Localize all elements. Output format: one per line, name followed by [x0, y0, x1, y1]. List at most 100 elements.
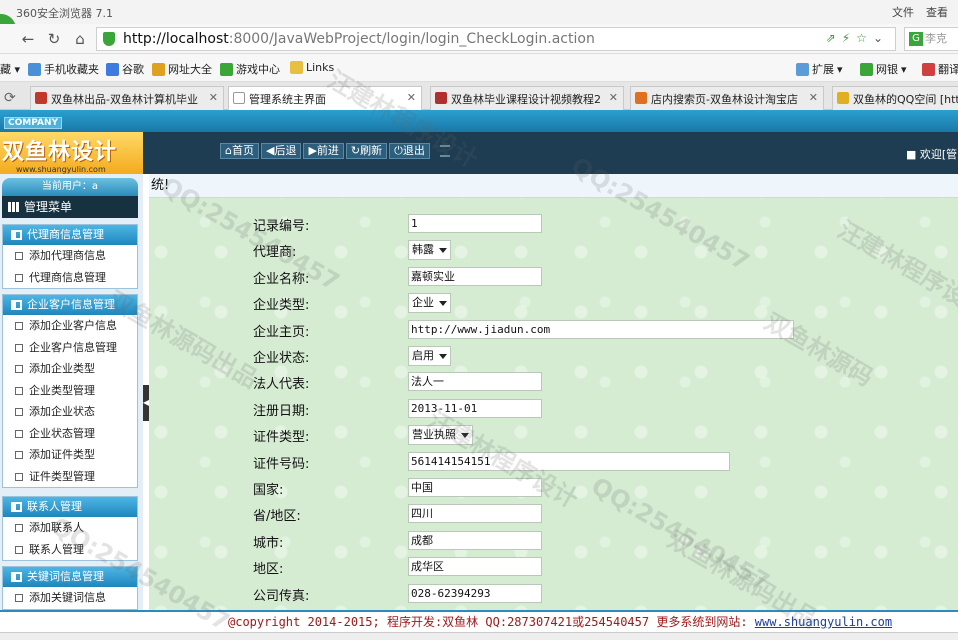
- field-label: 城市:: [253, 535, 284, 551]
- tab-close-icon[interactable]: ✕: [209, 91, 218, 104]
- sidebar-item[interactable]: 代理商信息管理: [3, 267, 137, 289]
- menu-file[interactable]: 文件: [892, 4, 914, 20]
- app-toolbar: ⌂首页 ◀后退 ▶前进 ↻刷新 ⏻退出: [220, 143, 450, 159]
- search-text: 李克: [925, 32, 947, 45]
- sidebar-item[interactable]: 企业客户信息管理: [3, 337, 137, 359]
- form-row: 企业类型: 企业: [149, 290, 958, 316]
- bank-icon: [860, 62, 873, 76]
- url-path: :8000/JavaWebProject/login/login_CheckLo…: [228, 31, 595, 47]
- field-label: 国家:: [253, 483, 284, 498]
- form-row: 证件类型: 营业执照: [149, 422, 958, 448]
- menu-group-header[interactable]: 代理商信息管理: [3, 225, 137, 245]
- sidebar-item[interactable]: 企业状态管理: [3, 423, 137, 445]
- field-input[interactable]: 028-62394293: [408, 583, 542, 603]
- field-input[interactable]: 2013-11-01: [408, 398, 542, 418]
- url-input[interactable]: http://localhost:8000/JavaWebProject/log…: [96, 27, 896, 51]
- sidebar-item[interactable]: 添加代理商信息: [3, 245, 137, 267]
- search-input[interactable]: G 李克: [904, 27, 958, 51]
- group-icon: [11, 300, 22, 310]
- field-select[interactable]: 营业执照: [408, 425, 473, 446]
- item-icon: [15, 386, 23, 395]
- tab-4[interactable]: 店内搜索页-双鱼林设计淘宝店 ✕: [630, 86, 824, 110]
- search-engine-icon: G: [909, 32, 923, 46]
- field-label: 企业主页:: [253, 324, 310, 340]
- field-label: 企业名称:: [253, 271, 310, 287]
- menu-group-header[interactable]: 联系人管理: [3, 497, 137, 517]
- field-select[interactable]: 启用: [408, 346, 451, 366]
- bookmark-extension[interactable]: 扩展 ▾: [796, 61, 843, 77]
- field-input[interactable]: 中国: [408, 478, 542, 497]
- refresh-icon[interactable]: ↻: [44, 29, 64, 49]
- item-icon: [15, 322, 23, 330]
- footer-text: @copyright 2014-2015; 程序开发:双鱼林 QQ:287307…: [228, 615, 893, 629]
- field-input[interactable]: 561414154151: [408, 451, 730, 471]
- browser-statusbar: [0, 632, 958, 640]
- tab-1[interactable]: 双鱼林出品-双鱼林计算机毕业 ✕: [30, 86, 224, 110]
- field-label: 公司传真:: [253, 588, 310, 604]
- bookmark-translate[interactable]: 翻译: [922, 61, 958, 77]
- field-input[interactable]: 四川: [408, 504, 542, 524]
- star-icon[interactable]: ☆: [856, 31, 867, 45]
- tab-5[interactable]: 双鱼林的QQ空间 [htt: [832, 86, 958, 110]
- bookmark-bank[interactable]: 网银 ▾: [860, 61, 907, 77]
- bookmark-item[interactable]: 游戏中心: [220, 61, 280, 77]
- field-input[interactable]: 成华区: [408, 557, 542, 577]
- menu-view[interactable]: 查看: [926, 4, 948, 20]
- browser-titlebar: 360安全浏览器 7.1 文件 查看: [0, 0, 958, 44]
- company-label: COMPANY: [4, 117, 62, 129]
- tab-close-icon[interactable]: ✕: [407, 91, 416, 104]
- url-text: http://localhost:8000/JavaWebProject/log…: [123, 31, 595, 47]
- field-input[interactable]: 成都: [408, 530, 542, 550]
- bookmark-item[interactable]: 网址大全: [152, 61, 212, 77]
- logout-button[interactable]: ⏻退出: [389, 143, 430, 159]
- back-arrow-icon[interactable]: ←: [18, 29, 38, 49]
- sidebar-item[interactable]: 联系人管理: [3, 539, 137, 561]
- menu-group-header[interactable]: 关键词信息管理: [3, 567, 137, 587]
- sidebar-item[interactable]: 添加企业状态: [3, 401, 137, 423]
- tab-3[interactable]: 双鱼林毕业课程设计视频教程2 ✕: [430, 86, 624, 110]
- tab-close-icon[interactable]: ✕: [809, 91, 818, 104]
- sidebar-item[interactable]: 证件类型管理: [3, 466, 137, 488]
- back-button[interactable]: ◀后退: [260, 143, 302, 159]
- toolbar-menu-icon[interactable]: [439, 145, 450, 157]
- bookmark-item[interactable]: 谷歌: [106, 61, 144, 77]
- item-icon: [15, 429, 23, 438]
- forward-button[interactable]: ▶前进: [303, 143, 344, 159]
- bookmark-item[interactable]: 手机收藏夹: [28, 61, 99, 77]
- main-content: 统! 记录编号: 1 代理商: 韩露 企业名称: 嘉顿实业 企业类型: 企业 企业主页: http…: [149, 174, 958, 610]
- tab-close-icon[interactable]: ✕: [609, 91, 618, 104]
- dropdown-chevron-icon[interactable]: ⌄: [873, 31, 883, 45]
- home-button[interactable]: ⌂首页: [220, 143, 259, 159]
- share-icon[interactable]: ⇗: [826, 31, 836, 45]
- game-icon: [220, 62, 233, 76]
- sidebar-item[interactable]: 添加企业类型: [3, 358, 137, 380]
- field-input[interactable]: http://www.jiadun.com: [408, 319, 794, 339]
- field-label: 证件号码:: [253, 456, 310, 472]
- compat-mode-icon[interactable]: ⚡: [842, 31, 850, 45]
- field-input[interactable]: 1: [408, 214, 542, 233]
- sidebar-item[interactable]: 企业类型管理: [3, 380, 137, 402]
- bookmark-overflow[interactable]: 藏 ▾: [0, 61, 20, 77]
- item-icon: [15, 343, 23, 352]
- field-label: 法人代表:: [253, 377, 310, 393]
- sidebar-item[interactable]: 添加企业客户信息: [3, 315, 137, 337]
- field-input[interactable]: 嘉顿实业: [408, 266, 542, 286]
- security-shield-icon: [103, 32, 115, 46]
- sidebar-item[interactable]: 添加关键词信息: [3, 587, 137, 609]
- field-select[interactable]: 企业: [408, 293, 451, 314]
- form-row: 代理商: 韩露: [149, 237, 958, 263]
- sidebar-item[interactable]: 添加证件类型: [3, 444, 137, 466]
- sidebar: 当前用户：a 管理菜单 代理商信息管理 添加代理商信息 代理商信息管理 企业客户…: [0, 174, 143, 610]
- home-icon[interactable]: ⌂: [70, 29, 90, 49]
- refresh-button[interactable]: ↻刷新: [345, 143, 388, 159]
- footer-link[interactable]: www.shuangyulin.com: [755, 615, 892, 629]
- tab-refresh-icon[interactable]: ⟳: [4, 90, 16, 106]
- chevron-down-icon: [461, 433, 469, 439]
- sidebar-item[interactable]: 添加联系人: [3, 517, 137, 539]
- tab-2[interactable]: 管理系统主界面 ✕: [228, 86, 422, 111]
- item-icon: [15, 252, 23, 260]
- field-select[interactable]: 韩露: [408, 240, 451, 261]
- menu-group-header[interactable]: 企业客户信息管理: [3, 295, 137, 315]
- field-input[interactable]: 法人一: [408, 372, 542, 392]
- bookmark-item[interactable]: Links: [290, 61, 334, 74]
